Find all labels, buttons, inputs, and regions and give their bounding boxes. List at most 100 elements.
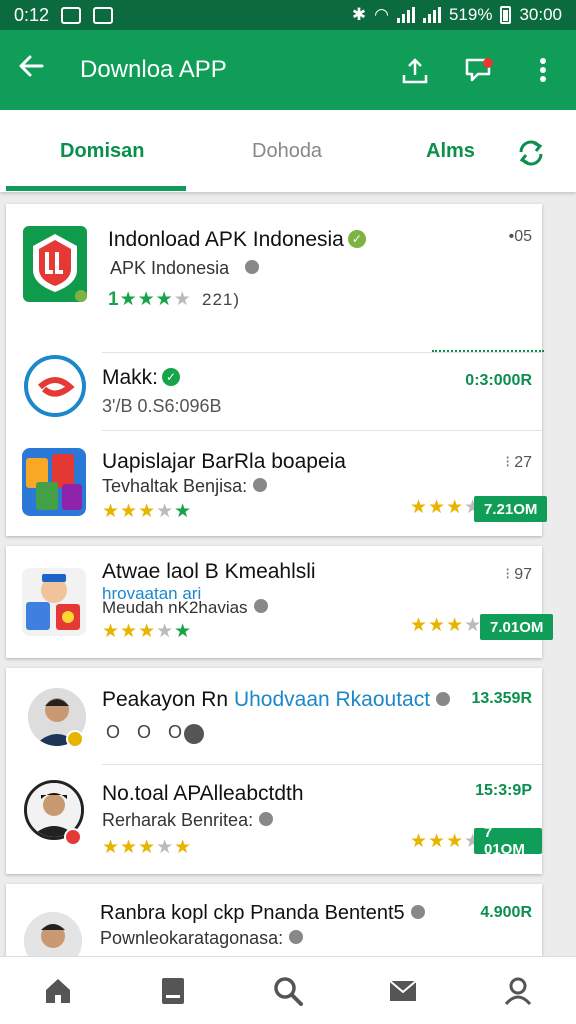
tab-domisan[interactable]: Domisan <box>60 140 144 163</box>
featured-rating-text: 1 <box>108 289 120 310</box>
item-title-line: Peakayon Rn Uhodvaan Rkaoutact <box>102 688 451 712</box>
item-badges: O O O <box>106 722 189 742</box>
mail-icon[interactable] <box>379 967 427 1015</box>
app-icon-makk <box>24 355 86 417</box>
wifi-icon: ◠ <box>374 5 389 24</box>
app-row-peakayon[interactable]: Peakayon Rn Uhodvaan Rkaoutact O O O 13.… <box>6 668 542 764</box>
share-icon[interactable] <box>400 55 430 85</box>
app-row-makk[interactable]: Makk: ✓ 3'/B 0.S6:096B 0:3:000R <box>6 352 542 430</box>
item-title: Uapislajar BarRla boapeia <box>102 450 346 473</box>
app-list-card: Ranbra kopl ckp Pnanda Bentent5 Pownleok… <box>6 884 542 956</box>
item-meta-line: ⁝ 97 <box>505 566 532 583</box>
signal2-icon <box>422 7 441 23</box>
item-subtitle-line: Pownleokaratagonasa: <box>100 928 304 949</box>
status-time: 0:12 <box>14 4 50 25</box>
battery-percent: 519% <box>448 5 493 24</box>
item-title-line: Ranbra kopl ckp Pnanda Bentent5 <box>100 902 425 925</box>
featured-subtitle: APK Indonesia <box>110 258 230 278</box>
photo-icon <box>93 6 114 24</box>
tab-alms[interactable]: Alms <box>426 140 475 163</box>
item-title-link[interactable]: Uhodvaan Rkaoutact <box>234 688 430 711</box>
item-size: 15:3:9P <box>475 782 532 799</box>
app-list-card: Indonload APK Indonesia ✓ APK Indonesia 1… <box>6 204 548 536</box>
android-icon <box>245 260 260 274</box>
item-size: 4.900R <box>480 904 532 921</box>
item-title: Makk: <box>102 366 159 389</box>
item-rating: ★★★★★ <box>102 837 193 858</box>
item-rating-right: ★★★★ <box>410 497 481 518</box>
item-meta: 27 <box>514 454 532 471</box>
search-icon[interactable] <box>264 967 312 1015</box>
item-rating-right: ★★★★ <box>410 831 481 852</box>
tab-dohoda[interactable]: Dohoda <box>252 140 322 163</box>
app-icon-atwae <box>22 568 86 636</box>
install-size-button[interactable]: 7.01OM <box>480 614 554 640</box>
battery-icon <box>500 6 512 24</box>
notification-icon[interactable] <box>464 55 494 85</box>
featured-subtitle-line: APK Indonesia <box>110 258 260 279</box>
signal-icon <box>396 7 415 23</box>
item-meta-line: ⁝ 27 <box>505 454 532 471</box>
item-title: No.toal APAlleabctdth <box>102 782 304 805</box>
item-subtitle: Pownleokaratagonasa: <box>100 928 284 948</box>
item-title: Peakayon Rn <box>102 688 229 711</box>
item-title: Ranbra kopl ckp Pnanda Bentent5 <box>100 902 405 924</box>
featured-meta: •05 <box>508 228 532 245</box>
app-list-card: Peakayon Rn Uhodvaan Rkaoutact O O O 13.… <box>6 668 542 874</box>
app-row-atwae[interactable]: Atwae laol B Kmeahlsli hrovaatan ari Meu… <box>6 546 554 658</box>
badge-icon <box>66 730 84 748</box>
featured-title-line: Indonload APK Indonesia ✓ <box>108 228 366 252</box>
verified-badge-icon: ✓ <box>347 230 366 248</box>
item-rating: ★★★★★ <box>102 501 193 522</box>
app-row-notoal[interactable]: No.toal APAlleabctdth Rerharak Benritea:… <box>6 764 542 874</box>
item-subtitle-line: Meudah nK2havias <box>102 598 268 618</box>
android-icon <box>289 930 304 944</box>
tab-bar: Domisan Dohoda Alms <box>0 110 576 192</box>
app-row-ranbra[interactable]: Ranbra kopl ckp Pnanda Bentent5 Pownleok… <box>6 884 542 956</box>
android-icon <box>436 692 451 706</box>
install-size-button[interactable]: 7 01OM <box>474 824 542 858</box>
item-rating-right: ★★★★ <box>410 615 483 636</box>
status-clock: 30:00 <box>519 5 562 24</box>
item-rating: ★★★★★ <box>102 621 193 642</box>
badge-icon <box>64 828 82 846</box>
play-badge-icon <box>184 724 204 744</box>
android-icon <box>253 478 268 492</box>
avatar <box>24 912 82 956</box>
item-size: 0:3:000R <box>465 372 532 389</box>
back-arrow-icon[interactable] <box>18 53 62 87</box>
item-subtitle: Rerharak Benritea: <box>102 810 254 830</box>
item-subtitle: 3'/B 0.S6:096B <box>102 396 222 416</box>
item-subtitle-line: Rerharak Benritea: <box>102 810 274 831</box>
android-icon <box>253 599 268 613</box>
tab-indicator <box>6 186 186 191</box>
featured-rating: 1★★★★ 221) <box>108 289 241 310</box>
app-row-uapislajar[interactable]: Uapislajar BarRla boapeia Tevhaltak Benj… <box>6 430 548 536</box>
app-list-card: Atwae laol B Kmeahlsli hrovaatan ari Meu… <box>6 546 554 658</box>
app-bar: Downloa APP <box>0 30 576 110</box>
more-icon[interactable] <box>528 55 558 85</box>
android-icon <box>259 812 274 826</box>
library-icon[interactable] <box>149 967 197 1015</box>
app-icon-uapislajar <box>22 448 86 516</box>
profile-icon[interactable] <box>494 967 542 1015</box>
item-title: Atwae laol B Kmeahlsli <box>102 560 316 583</box>
item-title-line: Makk: ✓ <box>102 366 181 390</box>
home-icon[interactable] <box>34 967 82 1015</box>
app-icon-indonload <box>23 226 87 302</box>
bluetooth-icon: ✱ <box>351 5 367 24</box>
notification-box-icon <box>61 6 82 24</box>
featured-rating-count: 221) <box>202 290 241 309</box>
page-title: Downloa APP <box>80 56 227 83</box>
item-subtitle-line: Tevhaltak Benjisa: <box>102 476 268 497</box>
status-bar: 0:12 ✱ ◠ 519% 30:00 <box>0 0 576 30</box>
verified-badge-icon: ✓ <box>162 368 181 386</box>
install-size-button[interactable]: 7.21OM <box>474 496 548 522</box>
item-subtitle: Tevhaltak Benjisa: <box>102 476 248 496</box>
bottom-navigation <box>0 956 576 1024</box>
featured-app-row[interactable]: Indonload APK Indonesia ✓ APK Indonesia 1… <box>6 204 544 352</box>
item-subtitle: Meudah nK2havias <box>102 598 248 617</box>
item-meta: 97 <box>514 566 532 583</box>
featured-title: Indonload APK Indonesia <box>108 228 344 251</box>
refresh-icon[interactable] <box>516 138 546 173</box>
